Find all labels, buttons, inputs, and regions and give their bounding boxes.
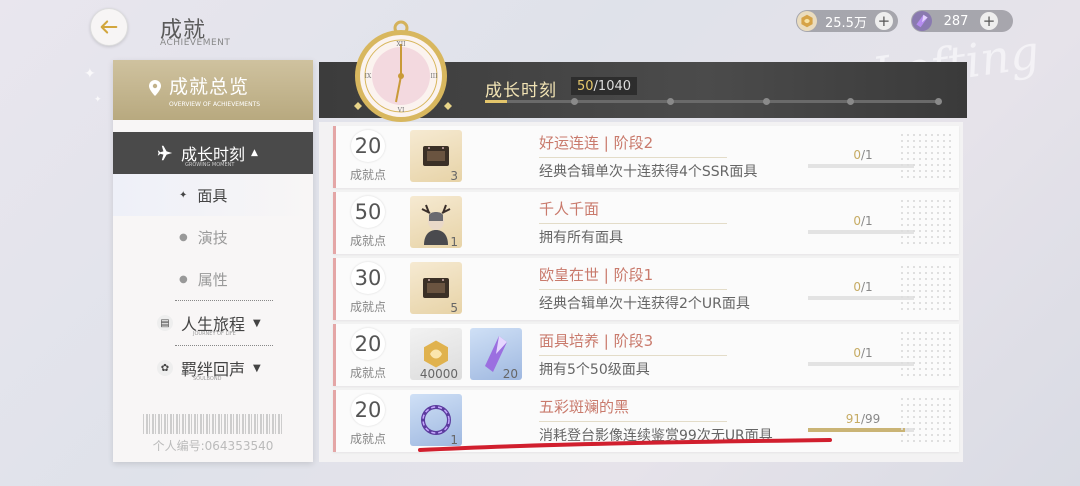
dot-pattern-decoration (899, 396, 953, 446)
achievement-desc: 经典合辑单次十连获得4个SSR面具 (539, 164, 758, 180)
svg-text:XII: XII (396, 41, 406, 48)
reward-item[interactable]: 3 (410, 130, 462, 183)
dot-pattern-decoration (899, 330, 953, 380)
achievement-row: 20 成就点 3 好运连连 | 阶段2 经典合辑单次十连获得4个SSR面具 0/… (333, 126, 959, 188)
category-sub: GROWING MOMENT (185, 162, 235, 168)
caret-down-icon: ▼ (253, 317, 261, 329)
film-reel-icon (423, 278, 449, 298)
film-reel-icon (423, 146, 449, 166)
strip-title: 成长时刻 (485, 81, 557, 101)
milestone-dot (935, 98, 942, 105)
category-sub: JOURNEY OF LIFE (193, 331, 236, 337)
caret-up-icon: ▲ (251, 148, 258, 158)
reward-item[interactable]: 5 (410, 262, 462, 315)
sidebar: 成就总览 OVERVIEW OF ACHIEVEMENTS 成长时刻 ▲ GRO… (113, 60, 313, 462)
back-arrow-icon (100, 20, 118, 34)
achievement-name: 五彩斑斓的黑 (539, 398, 630, 416)
dot-pattern-decoration (899, 132, 953, 182)
achievement-name: 千人千面 (539, 200, 600, 218)
milestone-dot (667, 98, 674, 105)
svg-text:VI: VI (397, 107, 405, 114)
reward-count: 40000 (419, 367, 458, 381)
milestone-dot (763, 98, 770, 105)
back-button[interactable] (90, 8, 128, 46)
gold-coin-icon (797, 11, 817, 31)
bullet-icon: ● (179, 231, 188, 243)
dot-pattern-decoration (899, 264, 953, 314)
reward-count: 5 (450, 301, 458, 315)
dot-pattern-decoration (899, 198, 953, 248)
achievement-points: 20 成就点 (348, 328, 388, 381)
sparkle-icon: ✦ (94, 95, 102, 105)
sub-item-label: 演技 (197, 228, 228, 247)
divider (539, 223, 727, 224)
category-journey-of-life[interactable]: ▤ 人生旅程 ▼ JOURNEY OF LIFE (113, 301, 313, 345)
strip-progress-bar (485, 98, 942, 105)
red-underline-annotation (418, 438, 832, 452)
gold-coin-icon (424, 340, 448, 368)
achievement-points: 20 成就点 (348, 130, 388, 183)
caret-down-icon: ▼ (253, 362, 261, 374)
add-gem-button[interactable]: + (980, 12, 998, 30)
reward-count: 3 (450, 169, 458, 183)
achievement-name: 面具培养 | 阶段3 (539, 332, 654, 350)
achievement-row: 30 成就点 5 欧皇在世 | 阶段1 经典合辑单次十连获得2个UR面具 0/1 (333, 258, 959, 320)
page-subtitle: ACHIEVEMENT (160, 38, 231, 48)
bullet-icon: ✦ (179, 189, 188, 201)
achievement-list: 20 成就点 3 好运连连 | 阶段2 经典合辑单次十连获得4个SSR面具 0/… (319, 122, 963, 462)
reward-item[interactable]: 1 (410, 196, 462, 249)
location-pin-icon (149, 80, 161, 96)
flower-icon: ✿ (157, 360, 173, 376)
airplane-icon (157, 145, 173, 161)
divider (539, 355, 727, 356)
divider (539, 289, 727, 290)
strip-progress-fill (485, 100, 507, 103)
reward-item[interactable]: 40000 (410, 328, 462, 381)
barcode (143, 414, 283, 434)
achievement-row: 50 成就点 1 千人千面 拥有所有面具 0/1 (333, 192, 959, 254)
achievement-points: 20 成就点 (348, 394, 388, 447)
strip-progress-count: 50/1040 (571, 77, 638, 95)
sub-item-attributes[interactable]: ● 属性 (113, 258, 313, 300)
add-gold-button[interactable]: + (874, 12, 893, 30)
achievement-row: 20 成就点 40000 20 面具培养 | 阶段3 拥有5个50级面具 0/1 (333, 324, 959, 386)
divider (539, 157, 727, 158)
gem-currency: 287 + (911, 10, 1013, 32)
sub-item-acting[interactable]: ● 演技 (113, 216, 313, 258)
sub-item-mask[interactable]: ✦ 面具 (113, 174, 313, 216)
achievement-desc: 拥有所有面具 (539, 230, 623, 246)
sparkle-icon: ✦ (84, 66, 96, 82)
divider (539, 421, 727, 422)
category-growing-moment[interactable]: 成长时刻 ▲ GROWING MOMENT (113, 132, 313, 174)
sidebar-title: 成就总览 (169, 76, 250, 98)
svg-text:IX: IX (365, 73, 372, 80)
svg-text:III: III (430, 73, 438, 80)
book-icon: ▤ (157, 315, 173, 331)
gold-amount: 25.5万 (825, 15, 867, 31)
achievement-desc: 拥有5个50级面具 (539, 362, 650, 378)
pocket-watch-icon: XII III VI IX (354, 20, 452, 122)
category-soulbond[interactable]: ✿ 羁绊回声 ▼ SOULBOND (113, 346, 313, 390)
sub-item-label: 面具 (197, 186, 228, 205)
gem-amount: 287 (943, 13, 969, 29)
purple-gem-icon (912, 11, 932, 31)
milestone-dot (847, 98, 854, 105)
milestone-dot (571, 98, 578, 105)
achievement-name: 好运连连 | 阶段2 (539, 134, 654, 152)
gold-currency: 25.5万 + (796, 10, 898, 32)
achievement-points: 50 成就点 (348, 196, 388, 249)
achievement-points: 30 成就点 (348, 262, 388, 315)
sub-item-label: 属性 (197, 270, 228, 289)
bullet-icon: ● (179, 273, 188, 285)
reward-item[interactable]: 20 (470, 328, 522, 381)
sidebar-title-sub: OVERVIEW OF ACHIEVEMENTS (169, 101, 261, 108)
player-id: 个人编号:064353540 (152, 439, 274, 453)
reward-count: 20 (502, 367, 518, 381)
reward-count: 1 (450, 235, 458, 249)
sidebar-header: 成就总览 OVERVIEW OF ACHIEVEMENTS (113, 60, 313, 120)
achievement-name: 欧皇在世 | 阶段1 (539, 266, 654, 284)
category-sub: SOULBOND (193, 376, 222, 382)
achievement-desc: 经典合辑单次十连获得2个UR面具 (539, 296, 750, 312)
